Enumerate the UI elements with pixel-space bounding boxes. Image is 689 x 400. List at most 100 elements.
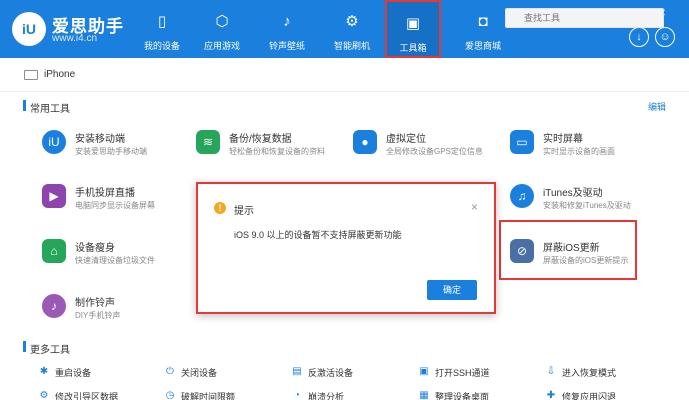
tool-desc: 轻松备份和恢复设备的资料 [229, 147, 325, 156]
notice-dialog: ! 提示 × iOS 9.0 以上的设备暂不支持屏蔽更新功能 确定 [196, 182, 496, 314]
tab-smart-flash[interactable]: ⚙ 智能刷机 [322, 0, 382, 58]
device-name[interactable]: iPhone [44, 69, 75, 80]
more-tool-name: 崩溃分析 [308, 392, 345, 400]
more-tool-boot-data[interactable]: ⚙ 修改引导区数据 [38, 390, 148, 400]
section-title-more: 更多工具 [30, 345, 70, 356]
more-tool-shutdown[interactable]: ⏻ 关闭设备 [164, 366, 274, 380]
tool-desc: 全局修改设备GPS定位信息 [386, 147, 483, 156]
more-tool-name: 修改引导区数据 [55, 392, 119, 400]
warning-icon: ! [214, 202, 226, 214]
loading-icon: ✱ [39, 366, 49, 377]
tool-make-ringtone[interactable]: ♪ 制作铃声 DIY手机铃声 [42, 292, 202, 328]
location-pin-icon: ● [353, 130, 377, 154]
download-box-icon: ⇩ [546, 366, 556, 377]
tool-screen-cast[interactable]: ▶ 手机投屏直播 电脑同步显示设备屏幕 [42, 182, 202, 218]
i4-app-icon: iU [42, 130, 66, 154]
shopping-bag-icon: ◘ [478, 13, 488, 30]
tab-label: 我的设备 [143, 41, 180, 51]
tool-itunes-drivers[interactable]: ♫ iTunes及驱动 安装和修复iTunes及驱动 [510, 182, 670, 218]
user-icon[interactable]: ☺ [655, 27, 675, 47]
tool-name: 屏蔽iOS更新 [543, 243, 600, 254]
tool-desc: 电脑同步显示设备屏幕 [75, 201, 155, 210]
screen-icon: ▭ [510, 130, 534, 154]
more-tool-recovery-mode[interactable]: ⇩ 进入恢复模式 [545, 366, 655, 380]
cube-icon: ⬡ [215, 13, 229, 30]
download-icon[interactable]: ↓ [629, 27, 649, 47]
tab-ringtones-wallpapers[interactable]: ♪ 铃声壁纸 [257, 0, 317, 58]
more-tool-deactivate[interactable]: ▤ 反激活设备 [291, 366, 401, 380]
tool-desc: DIY手机铃声 [75, 311, 121, 320]
dialog-message: iOS 9.0 以上的设备暂不支持屏蔽更新功能 [234, 230, 402, 240]
tool-desc: 安装和修复iTunes及驱动 [543, 201, 631, 210]
tool-desc: 屏蔽设备的iOS更新提示 [543, 256, 629, 265]
tool-desc: 安装爱思助手移动端 [75, 147, 147, 156]
tab-apps-games[interactable]: ⬡ 应用游戏 [192, 0, 252, 58]
dialog-close-icon[interactable]: × [471, 200, 478, 214]
tool-name: 制作铃声 [75, 298, 115, 309]
more-tool-time-limit[interactable]: ◷ 破解时间限额 [164, 390, 274, 400]
grid-icon: ▦ [419, 390, 429, 400]
tab-toolbox[interactable]: ▣ 工具箱 [385, 0, 441, 58]
block-update-icon: ⊘ [510, 239, 534, 263]
more-tool-ssh[interactable]: ▣ 打开SSH通道 [418, 366, 528, 380]
more-tool-crash-analysis[interactable]: ◔ 崩溃分析 [291, 390, 401, 400]
tab-label: 应用游戏 [203, 41, 240, 51]
more-tool-fix-crash[interactable]: ✚ 修复应用闪退 [545, 390, 655, 400]
chart-icon: ◔ [293, 390, 301, 400]
more-tool-name: 整理设备桌面 [435, 392, 490, 400]
wrench-icon: ⚙ [39, 390, 49, 400]
tool-name: 安装移动端 [75, 134, 125, 145]
edit-link[interactable]: 编辑 [648, 100, 666, 113]
cast-icon: ▶ [42, 184, 66, 208]
tab-i4-store[interactable]: ◘ 爱思商城 [453, 0, 513, 58]
tool-name: 虚拟定位 [386, 134, 426, 145]
device-icon [24, 70, 38, 80]
clock-icon: ◷ [165, 390, 175, 400]
tool-name: iTunes及驱动 [543, 188, 603, 199]
ringtone-icon: ♪ [42, 294, 66, 318]
tab-label: 爱思商城 [464, 41, 501, 51]
music-file-icon: ♪ [283, 13, 291, 30]
document-icon: ▤ [292, 366, 302, 377]
more-tool-name: 重启设备 [55, 368, 92, 378]
tab-label: 智能刷机 [333, 41, 370, 51]
terminal-icon: ▣ [419, 366, 429, 377]
more-tool-name: 修复应用闪退 [562, 392, 617, 400]
tool-name: 手机投屏直播 [75, 188, 135, 199]
i4-logo: iU [12, 12, 46, 46]
tool-name: 实时屏幕 [543, 134, 583, 145]
more-tool-organize-desktop[interactable]: ▦ 整理设备桌面 [418, 390, 528, 400]
device-bar: iPhone [0, 58, 689, 92]
tool-virtual-location[interactable]: ● 虚拟定位 全局修改设备GPS定位信息 [353, 128, 513, 164]
tab-my-device[interactable]: ▯ 我的设备 [132, 0, 192, 58]
tool-name: 设备瘦身 [75, 243, 115, 254]
tool-realtime-screen[interactable]: ▭ 实时屏幕 实时显示设备的画面 [510, 128, 670, 164]
more-tool-name: 打开SSH通道 [435, 368, 490, 378]
repair-icon: ✚ [546, 390, 556, 400]
search-input[interactable] [505, 8, 664, 28]
power-icon: ⏻ [166, 366, 174, 377]
broom-icon: ⌂ [42, 239, 66, 263]
app-url: www.i4.cn [52, 33, 98, 44]
layers-icon: ≋ [196, 130, 220, 154]
tool-block-ios-update[interactable]: ⊘ 屏蔽iOS更新 屏蔽设备的iOS更新提示 [510, 237, 670, 273]
more-tool-name: 进入恢复模式 [562, 368, 617, 378]
tab-label: 工具箱 [399, 43, 427, 53]
tool-device-cleanup[interactable]: ⌂ 设备瘦身 快速清理设备垃圾文件 [42, 237, 202, 273]
section-marker [23, 341, 26, 352]
dialog-title: 提示 [234, 206, 254, 217]
dialog-body: ! 提示 × iOS 9.0 以上的设备暂不支持屏蔽更新功能 确定 [204, 190, 488, 306]
more-tool-name: 反激活设备 [308, 368, 354, 378]
section-marker [23, 100, 26, 111]
tool-backup-restore[interactable]: ≋ 备份/恢复数据 轻松备份和恢复设备的资料 [196, 128, 356, 164]
more-tool-name: 关闭设备 [181, 368, 218, 378]
tool-name: 备份/恢复数据 [229, 134, 292, 145]
tool-install-mobile[interactable]: iU 安装移动端 安装爱思助手移动端 [42, 128, 202, 164]
phone-icon: ▯ [157, 13, 167, 30]
itunes-icon: ♫ [510, 184, 534, 208]
confirm-button[interactable]: 确定 [427, 280, 477, 300]
more-tool-reboot[interactable]: ✱ 重启设备 [38, 366, 148, 380]
more-tool-name: 破解时间限额 [181, 392, 236, 400]
section-title-common: 常用工具 [30, 104, 70, 115]
tool-desc: 实时显示设备的画面 [543, 147, 615, 156]
